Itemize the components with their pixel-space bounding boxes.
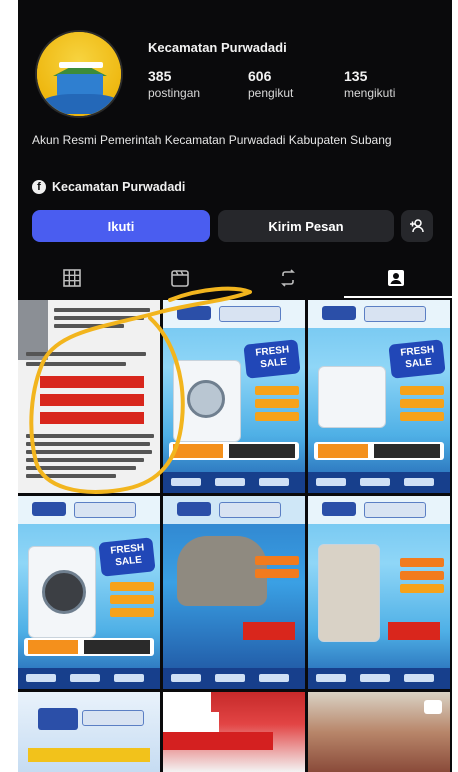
facebook-link-label: Kecamatan Purwadadi (52, 180, 186, 194)
promo-badge: FRESH SALE (109, 542, 145, 569)
calendar-icon (171, 270, 189, 287)
profile-name: Kecamatan Purwadadi (148, 40, 287, 55)
stat-posts[interactable]: 385 postingan (148, 68, 200, 100)
tab-tagged[interactable] (342, 258, 450, 298)
instagram-profile-screen: Kecamatan Purwadadi 385 postingan 606 pe… (18, 0, 452, 772)
add-person-icon (410, 219, 424, 233)
post-thumbnail-promo-washer[interactable]: FRESH SALE (163, 300, 305, 493)
tab-grid[interactable] (18, 258, 126, 298)
person-tag-icon (388, 270, 404, 286)
tab-reels[interactable] (126, 258, 234, 298)
stat-followers-count: 606 (248, 68, 272, 84)
video-play-icon (424, 700, 442, 714)
stat-posts-count: 385 (148, 68, 172, 84)
suggest-people-button[interactable] (401, 210, 433, 242)
posts-grid: FRESH SALE FRESH SALE FRESH SALE (18, 300, 452, 772)
highlight-bar (40, 376, 144, 388)
post-thumbnail-promo-chair[interactable] (163, 496, 305, 689)
stat-posts-label: postingan (148, 86, 201, 100)
post-thumbnail-promo-frontload[interactable]: FRESH SALE (18, 496, 160, 689)
facebook-icon: f (32, 180, 46, 194)
stat-followers-label: pengikut (248, 86, 294, 100)
avatar-building (57, 74, 103, 96)
stat-following[interactable]: 135 mengikuti (344, 68, 395, 100)
post-photo (18, 300, 48, 360)
stat-following-count: 135 (344, 68, 368, 84)
post-thumbnail-promo-freezer[interactable]: FRESH SALE (308, 300, 450, 493)
facebook-link[interactable]: f Kecamatan Purwadadi (32, 180, 185, 194)
message-button[interactable]: Kirim Pesan (218, 210, 394, 242)
promo-badge: FRESH SALE (254, 344, 290, 371)
post-thumbnail-video[interactable] (308, 692, 450, 772)
recliner-image (177, 536, 267, 606)
active-tab-indicator (344, 296, 452, 298)
post-thumbnail-red-event[interactable] (163, 692, 305, 772)
follow-button[interactable]: Ikuti (32, 210, 210, 242)
repost-icon (281, 269, 295, 287)
profile-bio: Akun Resmi Pemerintah Kecamatan Purwadad… (32, 133, 392, 147)
post-thumbnail-announcement[interactable] (18, 300, 160, 493)
highlight-bar (40, 394, 144, 406)
avatar-ribbon (59, 62, 103, 68)
post-thumbnail-promo-wardrobe[interactable] (308, 496, 450, 689)
tab-reposts[interactable] (234, 258, 342, 298)
grid-icon (63, 269, 81, 287)
profile-tabs (18, 258, 452, 298)
profile-avatar[interactable] (35, 30, 123, 118)
stat-following-label: mengikuti (344, 86, 396, 100)
avatar-wave (43, 94, 119, 114)
post-thumbnail-event-banner[interactable] (18, 692, 160, 772)
promo-badge: FRESH SALE (399, 344, 435, 371)
highlight-bar (40, 412, 144, 424)
stat-followers[interactable]: 606 pengikut (248, 68, 293, 100)
